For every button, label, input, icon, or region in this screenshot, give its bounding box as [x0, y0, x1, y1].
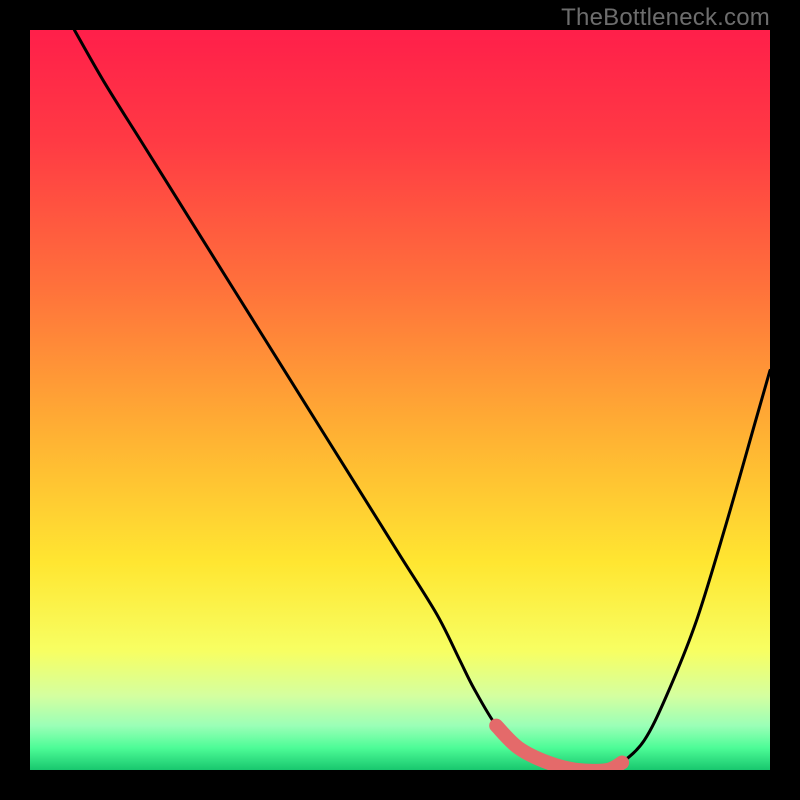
optimal-range-highlight [496, 726, 622, 770]
curve-layer [30, 30, 770, 770]
chart-frame: TheBottleneck.com [0, 0, 800, 800]
plot-area [30, 30, 770, 770]
bottleneck-curve [74, 30, 770, 770]
watermark-text: TheBottleneck.com [561, 4, 770, 32]
optimal-endpoint-dot [615, 756, 629, 770]
